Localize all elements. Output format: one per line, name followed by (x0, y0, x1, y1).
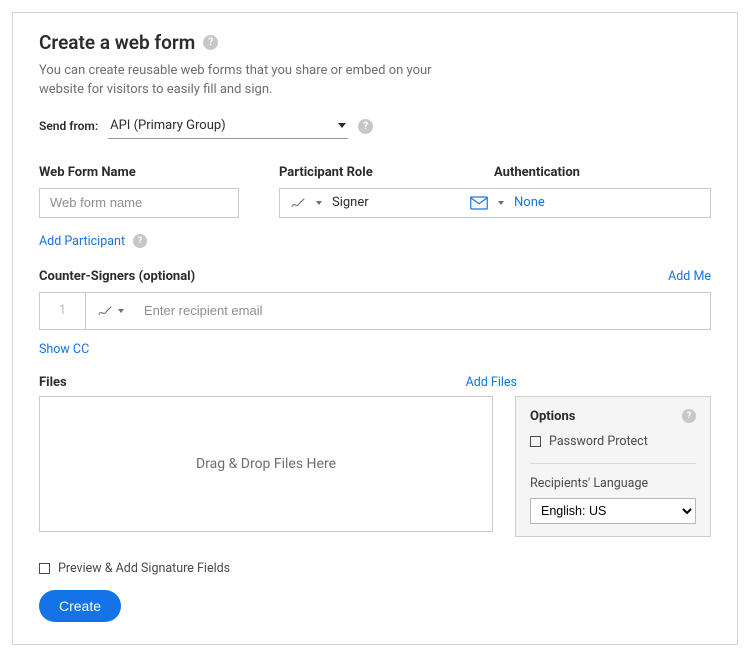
recipient-email-input[interactable] (134, 293, 710, 329)
dropzone-text: Drag & Drop Files Here (196, 456, 336, 472)
options-panel: Options ? Password Protect Recipients' L… (515, 396, 711, 537)
files-label: Files (39, 375, 67, 390)
help-icon[interactable]: ? (682, 409, 696, 423)
options-title: Options (530, 409, 575, 424)
send-from-label: Send from: (39, 119, 98, 133)
checkbox-icon (39, 563, 50, 574)
counter-signers-header: Counter-Signers (optional) Add Me (39, 269, 711, 284)
web-form-name-input[interactable] (39, 188, 239, 218)
add-participant-row: Add Participant ? (39, 234, 711, 249)
recipients-language-select[interactable]: English: US (530, 498, 696, 524)
authentication-select[interactable]: None (460, 189, 710, 217)
add-files-link[interactable]: Add Files (466, 375, 517, 390)
counter-signers-label: Counter-Signers (optional) (39, 269, 195, 284)
chevron-down-icon (498, 201, 504, 205)
password-protect-label: Password Protect (549, 434, 648, 449)
pen-icon (290, 195, 306, 211)
recipients-language-label: Recipients' Language (530, 476, 696, 491)
participant-role-label: Participant Role (279, 165, 494, 180)
page-title-row: Create a web form ? (39, 31, 711, 54)
chevron-down-icon (118, 309, 124, 313)
checkbox-icon (530, 436, 541, 447)
counter-signer-number: 1 (40, 293, 86, 329)
participant-role-value: Signer (332, 195, 369, 210)
form-container: Create a web form ? You can create reusa… (12, 12, 738, 645)
chevron-down-icon (338, 123, 346, 128)
files-area: Drag & Drop Files Here Options ? Passwor… (39, 390, 711, 537)
files-header: Files Add Files (39, 375, 517, 390)
pen-icon (97, 303, 113, 319)
add-participant-link[interactable]: Add Participant (39, 234, 125, 249)
chevron-down-icon (316, 201, 322, 205)
preview-add-signature-checkbox[interactable]: Preview & Add Signature Fields (39, 561, 711, 576)
envelope-icon (470, 196, 488, 210)
help-icon[interactable]: ? (358, 119, 373, 134)
send-from-row: Send from: API (Primary Group) ? (39, 114, 711, 139)
divider (530, 463, 696, 464)
password-protect-checkbox[interactable]: Password Protect (530, 434, 696, 449)
web-form-name-label: Web Form Name (39, 165, 279, 180)
web-form-name-col: Web Form Name (39, 165, 279, 218)
options-header: Options ? (530, 409, 696, 424)
participant-role-select[interactable]: Signer (280, 189, 460, 217)
help-icon[interactable]: ? (203, 35, 218, 50)
create-button[interactable]: Create (39, 590, 121, 622)
show-cc-link[interactable]: Show CC (39, 342, 89, 357)
add-me-link[interactable]: Add Me (668, 269, 711, 284)
page-title: Create a web form (39, 31, 195, 54)
authentication-value: None (514, 195, 545, 210)
send-from-select[interactable]: API (Primary Group) (108, 114, 348, 139)
counter-signer-row: 1 (39, 292, 711, 330)
create-button-label: Create (59, 598, 101, 614)
send-from-value: API (Primary Group) (110, 118, 226, 133)
help-icon[interactable]: ? (133, 234, 147, 248)
role-auth-bar: Signer None (279, 188, 711, 218)
authentication-label: Authentication (494, 165, 711, 180)
files-dropzone[interactable]: Drag & Drop Files Here (39, 396, 493, 532)
preview-add-signature-label: Preview & Add Signature Fields (58, 561, 230, 576)
page-subtitle: You can create reusable web forms that y… (39, 62, 469, 100)
counter-signer-role-select[interactable] (86, 293, 134, 329)
